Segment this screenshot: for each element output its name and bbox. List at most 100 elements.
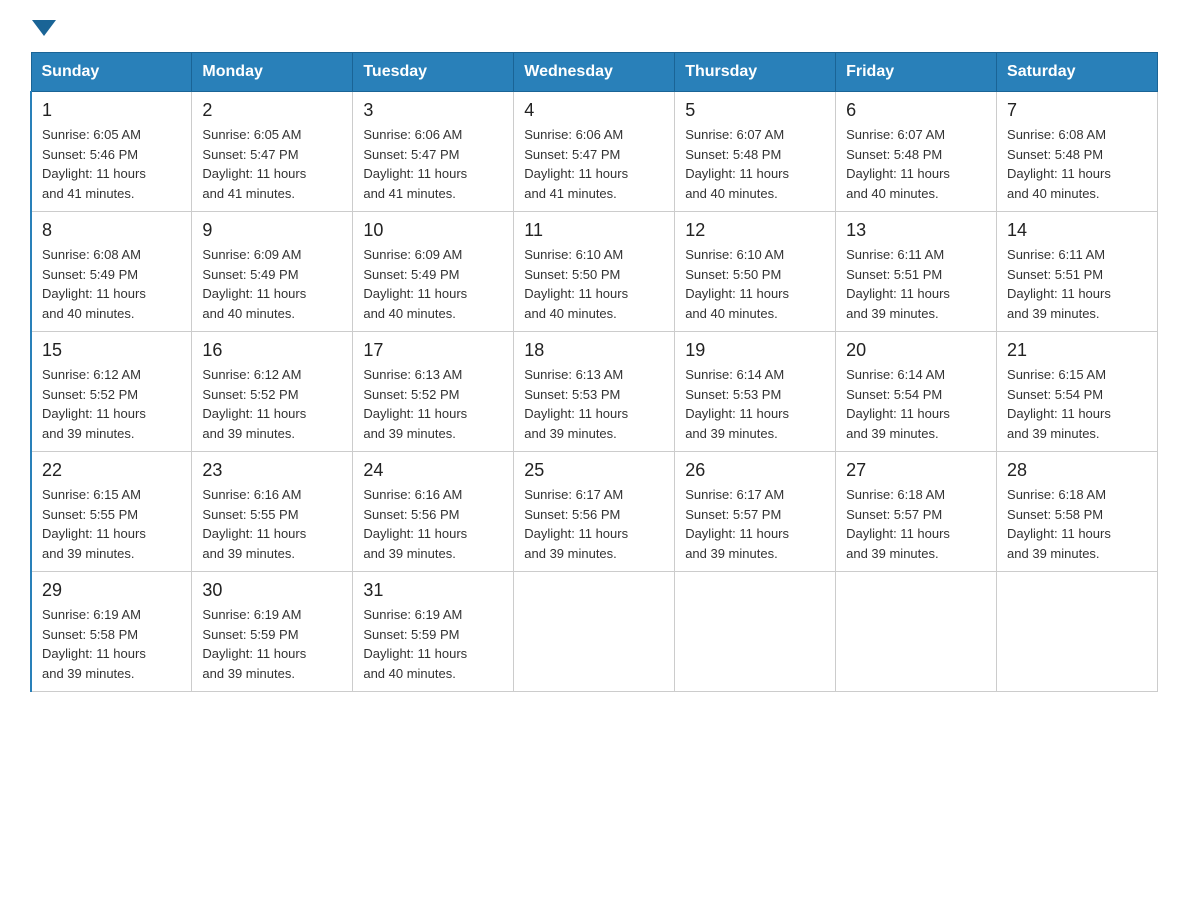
calendar-cell: 25 Sunrise: 6:17 AM Sunset: 5:56 PM Dayl… [514,452,675,572]
day-number: 9 [202,220,342,241]
day-number: 14 [1007,220,1147,241]
logo-text [30,20,58,36]
calendar-cell: 18 Sunrise: 6:13 AM Sunset: 5:53 PM Dayl… [514,332,675,452]
calendar-cell: 11 Sunrise: 6:10 AM Sunset: 5:50 PM Dayl… [514,212,675,332]
calendar-cell: 28 Sunrise: 6:18 AM Sunset: 5:58 PM Dayl… [997,452,1158,572]
day-info: Sunrise: 6:19 AM Sunset: 5:59 PM Dayligh… [202,605,342,683]
day-info: Sunrise: 6:10 AM Sunset: 5:50 PM Dayligh… [524,245,664,323]
calendar-cell: 12 Sunrise: 6:10 AM Sunset: 5:50 PM Dayl… [675,212,836,332]
calendar-cell: 21 Sunrise: 6:15 AM Sunset: 5:54 PM Dayl… [997,332,1158,452]
day-number: 23 [202,460,342,481]
week-row-3: 15 Sunrise: 6:12 AM Sunset: 5:52 PM Dayl… [31,332,1158,452]
page-header [30,20,1158,32]
day-info: Sunrise: 6:09 AM Sunset: 5:49 PM Dayligh… [363,245,503,323]
day-info: Sunrise: 6:14 AM Sunset: 5:53 PM Dayligh… [685,365,825,443]
day-info: Sunrise: 6:12 AM Sunset: 5:52 PM Dayligh… [202,365,342,443]
calendar-cell: 31 Sunrise: 6:19 AM Sunset: 5:59 PM Dayl… [353,572,514,692]
day-number: 10 [363,220,503,241]
calendar-cell: 14 Sunrise: 6:11 AM Sunset: 5:51 PM Dayl… [997,212,1158,332]
day-info: Sunrise: 6:07 AM Sunset: 5:48 PM Dayligh… [685,125,825,203]
calendar-cell: 10 Sunrise: 6:09 AM Sunset: 5:49 PM Dayl… [353,212,514,332]
col-header-thursday: Thursday [675,53,836,92]
week-row-2: 8 Sunrise: 6:08 AM Sunset: 5:49 PM Dayli… [31,212,1158,332]
day-number: 21 [1007,340,1147,361]
day-info: Sunrise: 6:07 AM Sunset: 5:48 PM Dayligh… [846,125,986,203]
day-number: 11 [524,220,664,241]
day-number: 1 [42,100,181,121]
day-info: Sunrise: 6:05 AM Sunset: 5:47 PM Dayligh… [202,125,342,203]
calendar-cell: 9 Sunrise: 6:09 AM Sunset: 5:49 PM Dayli… [192,212,353,332]
day-info: Sunrise: 6:16 AM Sunset: 5:56 PM Dayligh… [363,485,503,563]
header-row: SundayMondayTuesdayWednesdayThursdayFrid… [31,53,1158,92]
day-info: Sunrise: 6:06 AM Sunset: 5:47 PM Dayligh… [363,125,503,203]
day-number: 3 [363,100,503,121]
calendar-cell: 5 Sunrise: 6:07 AM Sunset: 5:48 PM Dayli… [675,92,836,212]
logo [30,20,58,32]
calendar-cell: 29 Sunrise: 6:19 AM Sunset: 5:58 PM Dayl… [31,572,192,692]
calendar-cell: 20 Sunrise: 6:14 AM Sunset: 5:54 PM Dayl… [836,332,997,452]
day-info: Sunrise: 6:12 AM Sunset: 5:52 PM Dayligh… [42,365,181,443]
day-number: 30 [202,580,342,601]
day-info: Sunrise: 6:17 AM Sunset: 5:57 PM Dayligh… [685,485,825,563]
col-header-wednesday: Wednesday [514,53,675,92]
week-row-4: 22 Sunrise: 6:15 AM Sunset: 5:55 PM Dayl… [31,452,1158,572]
col-header-friday: Friday [836,53,997,92]
calendar-cell: 22 Sunrise: 6:15 AM Sunset: 5:55 PM Dayl… [31,452,192,572]
day-number: 5 [685,100,825,121]
day-info: Sunrise: 6:05 AM Sunset: 5:46 PM Dayligh… [42,125,181,203]
day-info: Sunrise: 6:10 AM Sunset: 5:50 PM Dayligh… [685,245,825,323]
day-number: 29 [42,580,181,601]
day-info: Sunrise: 6:13 AM Sunset: 5:53 PM Dayligh… [524,365,664,443]
calendar-cell [836,572,997,692]
day-info: Sunrise: 6:11 AM Sunset: 5:51 PM Dayligh… [1007,245,1147,323]
col-header-sunday: Sunday [31,53,192,92]
day-number: 15 [42,340,181,361]
calendar-cell [997,572,1158,692]
day-info: Sunrise: 6:09 AM Sunset: 5:49 PM Dayligh… [202,245,342,323]
calendar-table: SundayMondayTuesdayWednesdayThursdayFrid… [30,52,1158,692]
day-number: 16 [202,340,342,361]
calendar-cell: 4 Sunrise: 6:06 AM Sunset: 5:47 PM Dayli… [514,92,675,212]
col-header-monday: Monday [192,53,353,92]
week-row-1: 1 Sunrise: 6:05 AM Sunset: 5:46 PM Dayli… [31,92,1158,212]
day-number: 26 [685,460,825,481]
calendar-cell: 30 Sunrise: 6:19 AM Sunset: 5:59 PM Dayl… [192,572,353,692]
day-info: Sunrise: 6:17 AM Sunset: 5:56 PM Dayligh… [524,485,664,563]
day-info: Sunrise: 6:13 AM Sunset: 5:52 PM Dayligh… [363,365,503,443]
day-number: 24 [363,460,503,481]
calendar-cell: 19 Sunrise: 6:14 AM Sunset: 5:53 PM Dayl… [675,332,836,452]
day-info: Sunrise: 6:11 AM Sunset: 5:51 PM Dayligh… [846,245,986,323]
day-number: 12 [685,220,825,241]
day-info: Sunrise: 6:15 AM Sunset: 5:55 PM Dayligh… [42,485,181,563]
day-info: Sunrise: 6:18 AM Sunset: 5:57 PM Dayligh… [846,485,986,563]
day-number: 22 [42,460,181,481]
calendar-cell [675,572,836,692]
day-number: 17 [363,340,503,361]
day-info: Sunrise: 6:15 AM Sunset: 5:54 PM Dayligh… [1007,365,1147,443]
col-header-tuesday: Tuesday [353,53,514,92]
day-number: 4 [524,100,664,121]
calendar-cell: 24 Sunrise: 6:16 AM Sunset: 5:56 PM Dayl… [353,452,514,572]
calendar-cell: 17 Sunrise: 6:13 AM Sunset: 5:52 PM Dayl… [353,332,514,452]
calendar-cell: 16 Sunrise: 6:12 AM Sunset: 5:52 PM Dayl… [192,332,353,452]
day-number: 2 [202,100,342,121]
day-number: 19 [685,340,825,361]
day-info: Sunrise: 6:06 AM Sunset: 5:47 PM Dayligh… [524,125,664,203]
calendar-cell: 6 Sunrise: 6:07 AM Sunset: 5:48 PM Dayli… [836,92,997,212]
calendar-cell: 27 Sunrise: 6:18 AM Sunset: 5:57 PM Dayl… [836,452,997,572]
day-info: Sunrise: 6:18 AM Sunset: 5:58 PM Dayligh… [1007,485,1147,563]
day-number: 7 [1007,100,1147,121]
calendar-cell: 15 Sunrise: 6:12 AM Sunset: 5:52 PM Dayl… [31,332,192,452]
day-info: Sunrise: 6:19 AM Sunset: 5:59 PM Dayligh… [363,605,503,683]
calendar-cell: 23 Sunrise: 6:16 AM Sunset: 5:55 PM Dayl… [192,452,353,572]
day-number: 13 [846,220,986,241]
day-number: 8 [42,220,181,241]
day-number: 27 [846,460,986,481]
day-number: 6 [846,100,986,121]
calendar-cell [514,572,675,692]
week-row-5: 29 Sunrise: 6:19 AM Sunset: 5:58 PM Dayl… [31,572,1158,692]
calendar-cell: 1 Sunrise: 6:05 AM Sunset: 5:46 PM Dayli… [31,92,192,212]
calendar-cell: 26 Sunrise: 6:17 AM Sunset: 5:57 PM Dayl… [675,452,836,572]
day-number: 20 [846,340,986,361]
calendar-cell: 3 Sunrise: 6:06 AM Sunset: 5:47 PM Dayli… [353,92,514,212]
